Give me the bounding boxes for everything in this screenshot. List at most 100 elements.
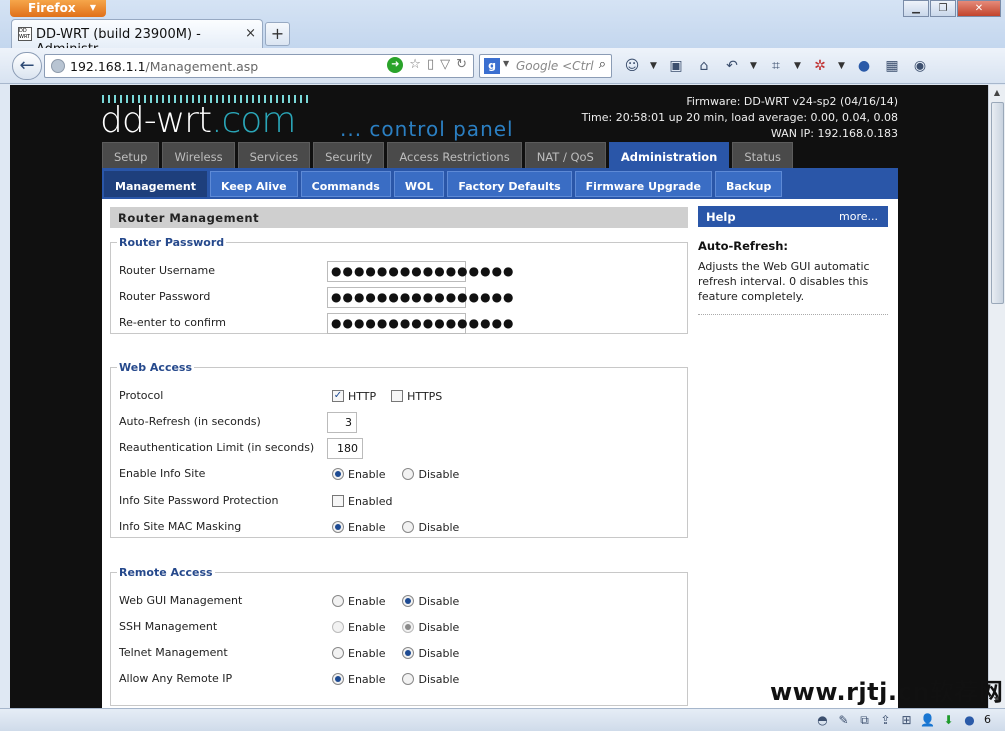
checkbox-box bbox=[332, 495, 344, 507]
info-site-enable-radio[interactable]: Enable bbox=[327, 468, 385, 481]
download-icon[interactable]: ⬇ bbox=[940, 712, 957, 728]
ddwrt-logo: dd-wrt.com ... control panel bbox=[100, 95, 542, 145]
web-gui-enable-radio[interactable]: Enable bbox=[327, 595, 385, 608]
screenshot-icon[interactable]: ▦ bbox=[882, 56, 902, 76]
undo-icon[interactable]: ↶ bbox=[722, 56, 742, 76]
chat-icon[interactable]: ◉ bbox=[910, 56, 930, 76]
chevron-down-icon[interactable]: ▼ bbox=[650, 56, 657, 76]
mask-icon[interactable]: ◓ bbox=[814, 712, 831, 728]
scrollbar-thumb[interactable] bbox=[991, 102, 1004, 304]
globe-status-icon[interactable]: ● bbox=[961, 712, 978, 728]
checkbox-label: Enabled bbox=[348, 494, 393, 508]
subtab-commands[interactable]: Commands bbox=[300, 171, 391, 197]
info-password-checkbox[interactable]: Enabled bbox=[327, 495, 392, 508]
any-ip-enable-radio[interactable]: Enable bbox=[327, 673, 385, 686]
sub-tabs: Management Keep Alive Commands WOL Facto… bbox=[102, 168, 898, 199]
chevron-down-icon[interactable]: ▼ bbox=[838, 56, 845, 76]
bookmarks-icon[interactable]: ▣ bbox=[666, 56, 686, 76]
subtab-management[interactable]: Management bbox=[104, 171, 207, 197]
home-icon[interactable]: ⌂ bbox=[694, 56, 714, 76]
subtab-backup[interactable]: Backup bbox=[714, 171, 783, 197]
windows-icon[interactable]: ⧉ bbox=[856, 712, 873, 728]
field-label: Reauthentication Limit (in seconds) bbox=[119, 441, 315, 454]
crop-icon[interactable]: ⌗ bbox=[766, 56, 786, 76]
radio-dot bbox=[332, 647, 344, 659]
search-input[interactable]: Google <Ctrl bbox=[516, 59, 594, 73]
info-mac-masking-row: Info Site MAC Masking Enable Disable bbox=[119, 516, 679, 538]
firefox-menu-button[interactable]: Firefox ▼ bbox=[10, 0, 106, 17]
reload-icon[interactable]: ↻ bbox=[456, 57, 467, 73]
telnet-enable-radio[interactable]: Enable bbox=[327, 647, 385, 660]
tab-status[interactable]: Status bbox=[732, 142, 794, 168]
router-password-section: Router Password Router Username ●●●●●●●●… bbox=[110, 236, 688, 334]
subtab-wol[interactable]: WOL bbox=[393, 171, 445, 197]
firefox-menu-label: Firefox bbox=[28, 1, 76, 15]
close-window-button[interactable]: ✕ bbox=[957, 0, 1001, 17]
globe-addon-icon[interactable]: ● bbox=[854, 56, 874, 76]
any-ip-disable-radio[interactable]: Disable bbox=[397, 673, 459, 686]
ssh-enable-radio[interactable]: Enable bbox=[327, 621, 385, 634]
extension-icon[interactable]: ✲ bbox=[810, 56, 830, 76]
tab-wireless[interactable]: Wireless bbox=[162, 142, 235, 168]
auto-refresh-input[interactable]: 3 bbox=[327, 411, 357, 433]
search-bar[interactable]: g ▼ Google <Ctrl ⌕ bbox=[479, 54, 612, 78]
radio-label: Disable bbox=[418, 646, 460, 660]
radio-dot bbox=[402, 647, 415, 659]
subtab-firmware-upgrade[interactable]: Firmware Upgrade bbox=[574, 171, 712, 197]
web-access-section: Web Access Protocol ✓ HTTP HTTPS Auto-Ref… bbox=[110, 361, 688, 538]
help-more-link[interactable]: more... bbox=[839, 210, 878, 223]
telnet-disable-radio[interactable]: Disable bbox=[397, 647, 459, 660]
tab-security[interactable]: Security bbox=[313, 142, 385, 168]
chevron-down-icon[interactable]: ▼ bbox=[750, 56, 757, 76]
subtab-factory-defaults[interactable]: Factory Defaults bbox=[447, 171, 572, 197]
go-arrow-icon[interactable]: ➜ bbox=[387, 57, 404, 73]
http-checkbox[interactable]: ✓ HTTP bbox=[327, 390, 376, 403]
router-username-field[interactable]: ●●●●●●●●●●●●●●●● bbox=[327, 260, 514, 282]
bookmark-star-icon[interactable]: ☆ bbox=[409, 57, 421, 73]
tab-close-icon[interactable]: × bbox=[245, 26, 256, 41]
chevron-down-icon[interactable]: ▼ bbox=[794, 56, 801, 76]
share-icon[interactable]: ⇪ bbox=[877, 712, 894, 728]
new-tab-button[interactable]: + bbox=[265, 22, 290, 46]
radio-label: Disable bbox=[418, 672, 460, 686]
back-button[interactable]: ← bbox=[12, 52, 42, 80]
add-icon[interactable]: ⊞ bbox=[898, 712, 915, 728]
maximize-button[interactable]: ❐ bbox=[930, 0, 956, 17]
chevron-down-icon[interactable]: ▼ bbox=[503, 59, 509, 68]
ssh-disable-radio[interactable]: Disable bbox=[397, 621, 459, 634]
web-gui-disable-radio[interactable]: Disable bbox=[397, 595, 459, 608]
tab-services[interactable]: Services bbox=[237, 142, 311, 168]
radio-dot bbox=[332, 468, 344, 480]
subtab-keep-alive[interactable]: Keep Alive bbox=[209, 171, 298, 197]
scroll-up-icon[interactable]: ▲ bbox=[989, 85, 1005, 101]
tab-nat-qos[interactable]: NAT / QoS bbox=[524, 142, 606, 168]
minimize-button[interactable]: ▁ bbox=[903, 0, 929, 17]
firmware-info: Firmware: DD-WRT v24-sp2 (04/16/14) Time… bbox=[582, 94, 898, 142]
search-icon[interactable]: ⌕ bbox=[599, 57, 606, 72]
mobile-icon[interactable]: ▯ bbox=[427, 57, 434, 73]
url-bar[interactable]: 192.168.1.1/Management.asp ➜ ☆ ▯ ▽ ↻ bbox=[44, 54, 474, 78]
browser-tab[interactable]: DD WRT DD-WRT (build 23900M) - Administr… bbox=[11, 19, 263, 57]
tab-setup[interactable]: Setup bbox=[102, 142, 160, 168]
confirm-password-field[interactable]: ●●●●●●●●●●●●●●●● bbox=[327, 312, 514, 334]
tab-access-restrictions[interactable]: Access Restrictions bbox=[387, 142, 522, 168]
checkmark-icon: ✓ bbox=[332, 390, 344, 402]
tab-administration[interactable]: Administration bbox=[608, 142, 730, 168]
mac-masking-disable-radio[interactable]: Disable bbox=[397, 521, 459, 534]
info-site-disable-radio[interactable]: Disable bbox=[397, 468, 459, 481]
field-label: Router Password bbox=[119, 290, 211, 303]
brush-icon[interactable]: ✎ bbox=[835, 712, 852, 728]
main-tabs: Setup Wireless Services Security Access … bbox=[102, 142, 796, 168]
dropdown-icon[interactable]: ▽ bbox=[440, 57, 450, 73]
router-password-field[interactable]: ●●●●●●●●●●●●●●●● bbox=[327, 286, 514, 308]
radio-label: Disable bbox=[418, 520, 460, 534]
addon-icon[interactable]: ☺ bbox=[622, 56, 642, 76]
auto-refresh-row: Auto-Refresh (in seconds) 3 bbox=[119, 411, 679, 433]
uptime: Time: 20:58:01 up 20 min, load average: … bbox=[581, 111, 898, 124]
vertical-scrollbar[interactable]: ▲ ▼ bbox=[988, 85, 1005, 708]
reauth-limit-input[interactable]: 180 bbox=[327, 437, 363, 459]
https-checkbox[interactable]: HTTPS bbox=[386, 390, 442, 403]
user-icon[interactable]: 👤 bbox=[919, 712, 936, 728]
mac-masking-enable-radio[interactable]: Enable bbox=[327, 521, 385, 534]
ssh-row: SSH Management Enable Disable bbox=[119, 616, 679, 638]
